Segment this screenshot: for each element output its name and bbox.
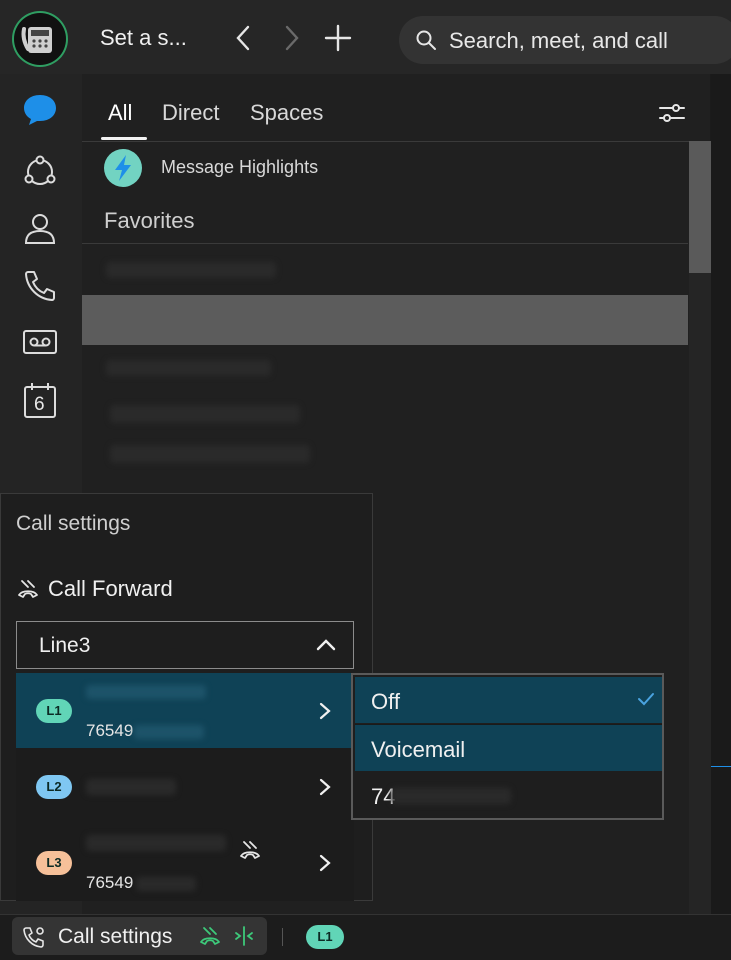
status-divider	[282, 928, 283, 946]
line-list: L1 76549 L2 L3 76549	[16, 673, 354, 901]
voicemail-nav[interactable]	[20, 322, 60, 362]
forward-button[interactable]	[275, 22, 307, 54]
phone-icon	[25, 271, 55, 301]
chevron-right-icon	[319, 778, 331, 796]
chevron-up-icon	[316, 639, 336, 651]
search-input[interactable]: Search, meet, and call	[399, 16, 731, 64]
phone-settings-icon	[23, 927, 44, 948]
call-forward-icon	[240, 841, 260, 859]
chevron-right-icon	[319, 854, 331, 872]
blurred-conversation[interactable]	[106, 262, 276, 278]
line-option-l2[interactable]: L2	[16, 749, 354, 824]
blurred-line-name	[86, 685, 206, 699]
call-settings-button-label: Call settings	[58, 925, 173, 948]
chevron-right-icon	[285, 25, 299, 51]
selected-conversation-row[interactable]	[82, 295, 688, 345]
plus-icon	[324, 24, 352, 52]
avatar[interactable]	[14, 13, 66, 65]
blurred-line-name	[86, 779, 176, 795]
status-title[interactable]: Set a s...	[100, 25, 187, 51]
chevron-left-icon	[236, 25, 250, 51]
line-dropdown[interactable]: Line3	[16, 621, 354, 669]
forward-option-label: Voicemail	[371, 737, 466, 762]
forward-option-voicemail[interactable]: Voicemail	[355, 724, 662, 771]
scrollbar-thumb[interactable]	[689, 141, 711, 273]
teams-icon	[24, 155, 56, 185]
lightning-icon	[115, 155, 131, 181]
checkmark-icon	[638, 693, 654, 706]
tab-direct[interactable]: Direct	[162, 100, 219, 126]
active-line-badge[interactable]: L1	[306, 925, 344, 949]
line-badge: L2	[36, 775, 72, 799]
tab-spaces[interactable]: Spaces	[250, 100, 323, 126]
search-icon	[416, 30, 436, 50]
blurred-conversation[interactable]	[110, 405, 300, 423]
favorites-header[interactable]: Favorites	[104, 208, 194, 234]
line-option-l3[interactable]: L3 76549	[16, 825, 354, 900]
blurred-line-number	[136, 877, 196, 891]
message-highlights-item[interactable]: Message Highlights	[161, 157, 318, 178]
call-forward-icon	[16, 578, 40, 600]
call-forward-active-icon	[200, 927, 220, 945]
teams-nav[interactable]	[20, 152, 60, 192]
blurred-conversation[interactable]	[110, 445, 310, 463]
chevron-right-icon	[319, 702, 331, 720]
call-forward-label: Call Forward	[48, 576, 173, 601]
line-number: 76549	[86, 873, 134, 892]
selected-line: Line3	[39, 634, 91, 657]
tab-all[interactable]: All	[108, 100, 132, 126]
forward-options-menu: Off Voicemail 74	[351, 673, 664, 820]
content-divider	[711, 766, 731, 767]
filter-button[interactable]	[658, 100, 686, 126]
call-settings-title: Call settings	[16, 512, 131, 535]
forward-option-number[interactable]: 74	[355, 772, 662, 818]
calendar-day: 6	[34, 394, 45, 415]
highlights-avatar	[104, 149, 142, 187]
forward-option-label: Off	[371, 689, 400, 714]
search-placeholder: Search, meet, and call	[449, 28, 668, 53]
chat-bubble-icon	[24, 95, 56, 125]
blurred-line-name	[86, 835, 226, 851]
line-badge: L1	[36, 699, 72, 723]
forward-option-off[interactable]: Off	[355, 677, 662, 723]
line-badge: L3	[36, 851, 72, 875]
content-pane	[711, 74, 731, 914]
tabs-divider	[82, 141, 710, 142]
person-icon	[24, 214, 56, 244]
blurred-forward-number	[391, 788, 511, 804]
call-pickup-icon	[235, 926, 253, 946]
filter-sliders-icon	[659, 104, 685, 122]
voicemail-icon	[23, 330, 57, 354]
call-settings-button[interactable]: Call settings	[12, 917, 267, 955]
back-button[interactable]	[228, 22, 260, 54]
blurred-line-number	[134, 725, 204, 739]
calling-nav[interactable]	[20, 266, 60, 306]
favorites-divider	[82, 243, 688, 244]
blurred-conversation[interactable]	[106, 360, 271, 376]
messaging-nav[interactable]	[20, 90, 60, 130]
new-button[interactable]	[322, 22, 354, 54]
line-option-l1[interactable]: L1 76549	[16, 673, 354, 748]
calendar-nav[interactable]: 6	[20, 380, 60, 420]
line-number: 76549	[86, 721, 134, 740]
contacts-nav[interactable]	[20, 208, 60, 248]
phone-avatar-icon	[21, 27, 52, 53]
active-tab-indicator	[101, 137, 147, 140]
